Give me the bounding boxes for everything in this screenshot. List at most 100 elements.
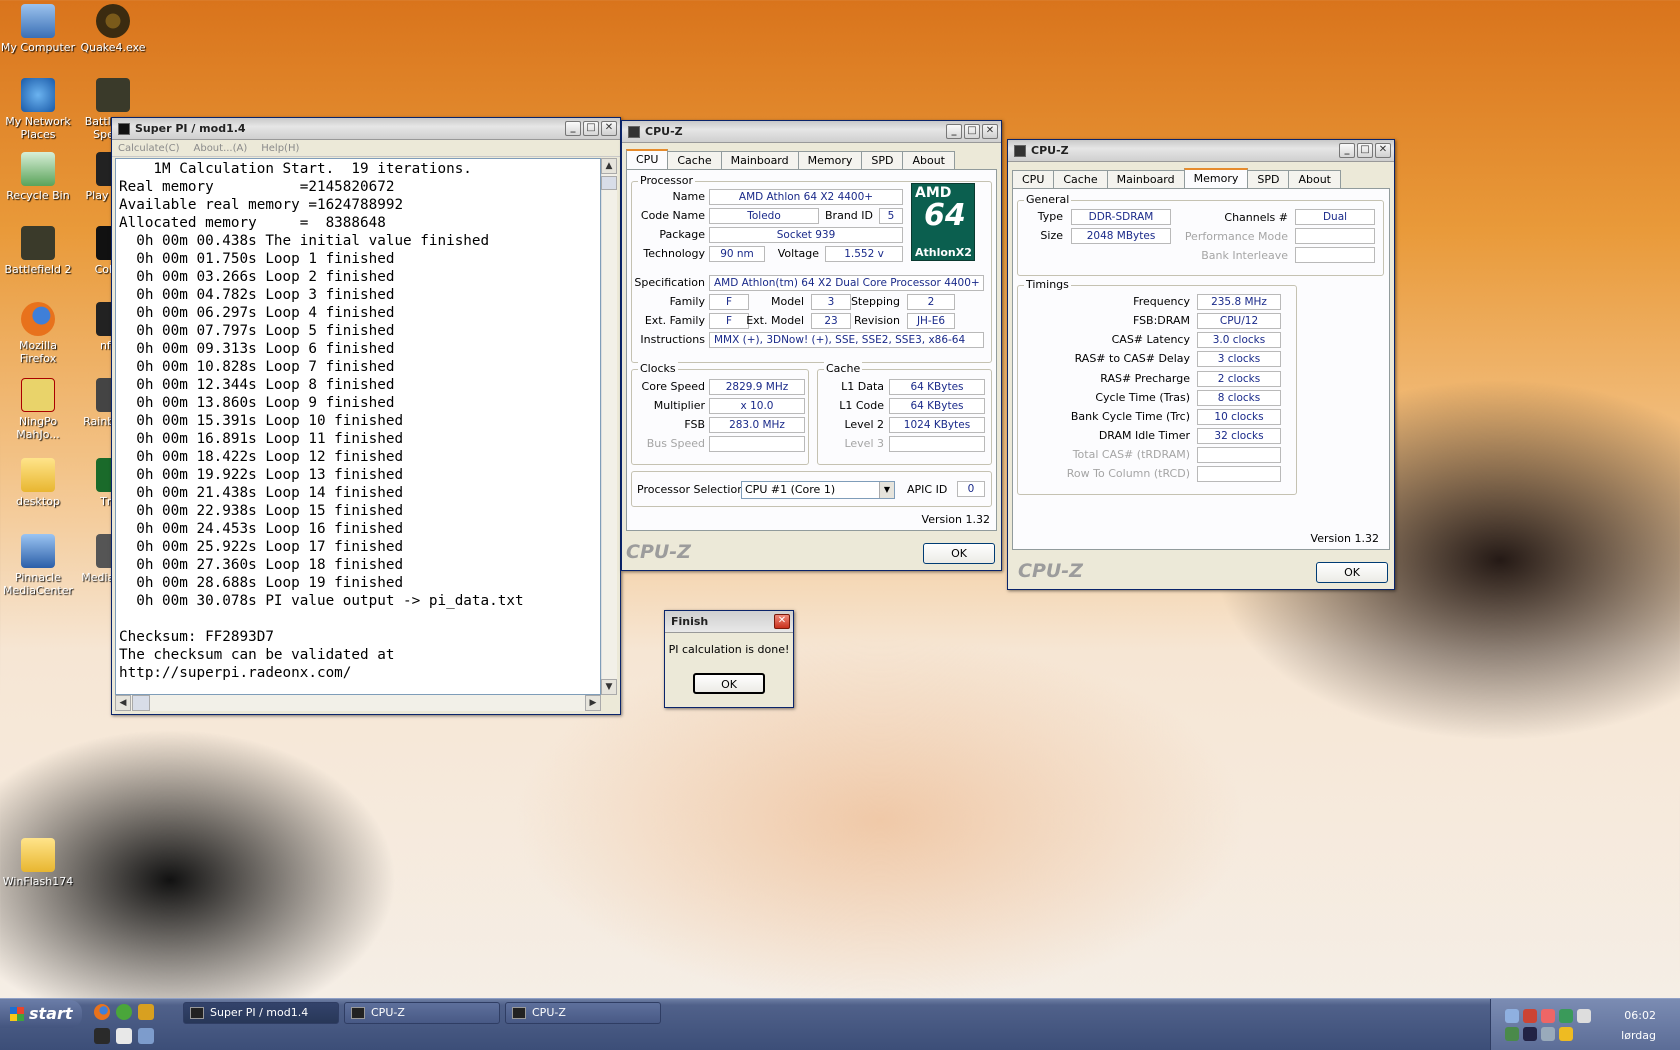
desktop-icon-my-computer[interactable]: My Computer [0, 4, 76, 54]
rp-value: 2 clocks [1197, 371, 1281, 387]
start-button[interactable]: start [0, 1000, 82, 1028]
close-button[interactable]: ✕ [1375, 143, 1391, 158]
vertical-scrollbar[interactable]: ▲ ▼ [601, 158, 617, 695]
maximize-button[interactable]: □ [1357, 143, 1373, 158]
windows-logo-icon [10, 1007, 24, 1021]
taskbar-item-cpuz-2[interactable]: CPU-Z [505, 1002, 661, 1024]
desktop-icon-quake4[interactable]: Quake4.exe [75, 4, 151, 54]
fsbdram-label: FSB:DRAM [1132, 314, 1190, 327]
cpuz-titlebar[interactable]: CPU-Z _ □ ✕ [622, 121, 1001, 143]
maximize-button[interactable]: □ [964, 124, 980, 139]
tab-cache[interactable]: Cache [667, 151, 722, 170]
console-line: 0h 00m 15.391s Loop 10 finished [119, 413, 404, 429]
quicklaunch-icon-5[interactable] [116, 1028, 132, 1044]
voltage-value: 1.552 v [825, 246, 903, 262]
tab-about[interactable]: About [902, 151, 955, 170]
cpuz-task-icon [512, 1007, 526, 1019]
scroll-right-button[interactable]: ▶ [585, 695, 601, 711]
console-line: 0h 00m 01.750s Loop 1 finished [119, 251, 395, 267]
desktop-icon-pinnacle[interactable]: Pinnacle MediaCenter [0, 534, 76, 597]
hscroll-thumb[interactable] [132, 695, 150, 711]
name-value: AMD Athlon 64 X2 4400+ [709, 189, 903, 205]
close-button[interactable]: ✕ [601, 121, 617, 136]
scroll-thumb[interactable] [601, 176, 617, 190]
brandid-value: 5 [879, 208, 903, 224]
console-line: Real memory =2145820672 [119, 179, 395, 195]
desktop-icon-firefox[interactable]: Mozilla Firefox [0, 302, 76, 365]
procsel-label: Processor Selection [637, 483, 745, 496]
desktop-icon-recycle-bin[interactable]: Recycle Bin [0, 152, 76, 202]
close-button[interactable]: ✕ [774, 614, 790, 629]
cpuz-tabs: CPU Cache Mainboard Memory SPD About [626, 149, 955, 170]
tab-about[interactable]: About [1288, 170, 1341, 189]
taskbar-item-cpuz-1[interactable]: CPU-Z [344, 1002, 500, 1024]
cpuz-tabs: CPU Cache Mainboard Memory SPD About [1012, 168, 1341, 189]
tray-icon-6[interactable] [1505, 1027, 1519, 1041]
size-label: Size [1040, 229, 1063, 242]
image-quicklaunch-icon[interactable] [138, 1004, 154, 1020]
minimize-button[interactable]: _ [946, 124, 962, 139]
maximize-button[interactable]: □ [583, 121, 599, 136]
network-tray-icon[interactable] [1505, 1009, 1519, 1023]
horizontal-scrollbar[interactable]: ◀ ▶ [115, 695, 601, 711]
scroll-up-button[interactable]: ▲ [601, 158, 617, 174]
desktop-icon-ningpo[interactable]: NingPo MahJo... [0, 378, 76, 441]
tray-icon-9[interactable] [1559, 1027, 1573, 1041]
tab-cache[interactable]: Cache [1053, 170, 1108, 189]
utorrent-quicklaunch-icon[interactable] [116, 1004, 132, 1020]
console-line: 0h 00m 00.438s The initial value finishe… [119, 233, 490, 249]
quicklaunch-icon-6[interactable] [138, 1028, 154, 1044]
tab-spd[interactable]: SPD [1247, 170, 1290, 189]
tab-memory[interactable]: Memory [1183, 168, 1249, 189]
minimize-button[interactable]: _ [1339, 143, 1355, 158]
taskbar-item-superpi[interactable]: Super PI / mod1.4 [183, 1002, 339, 1024]
tab-cpu[interactable]: CPU [626, 149, 669, 170]
minimize-button[interactable]: _ [565, 121, 581, 136]
corespeed-value: 2829.9 MHz [709, 379, 805, 395]
superpi-titlebar[interactable]: Super PI / mod1.4 _ □ ✕ [112, 118, 620, 140]
menu-calculate[interactable]: Calculate(C) [118, 143, 180, 154]
scroll-down-button[interactable]: ▼ [601, 679, 617, 695]
ok-button[interactable]: OK [923, 543, 995, 564]
clock-time[interactable]: 06:02 [1624, 1009, 1656, 1022]
totalcas-value [1197, 447, 1281, 463]
console-line: 0h 00m 13.860s Loop 9 finished [119, 395, 395, 411]
apicid-label: APIC ID [907, 483, 948, 496]
tray-icon-3[interactable] [1541, 1009, 1555, 1023]
finish-titlebar[interactable]: Finish ✕ [665, 611, 793, 633]
console-line: 0h 00m 30.078s PI value output -> pi_dat… [119, 593, 524, 609]
desktop-icon-winflash[interactable]: WinFlash174 [0, 838, 76, 888]
console-line: 0h 00m 07.797s Loop 5 finished [119, 323, 395, 339]
desktop-icon-battlefield2[interactable]: Battlefield 2 [0, 226, 76, 276]
ok-button[interactable]: OK [1316, 562, 1388, 583]
desktop-icon-network-places[interactable]: My Network Places [0, 78, 76, 141]
clock-day: lørdag [1621, 1029, 1656, 1042]
tray-icon-2[interactable] [1523, 1009, 1537, 1023]
tab-mainboard[interactable]: Mainboard [720, 151, 799, 170]
tray-icon-7[interactable] [1523, 1027, 1537, 1041]
tray-icon-8[interactable] [1541, 1027, 1555, 1041]
close-button[interactable]: ✕ [982, 124, 998, 139]
tab-memory[interactable]: Memory [797, 151, 863, 170]
idle-label: DRAM Idle Timer [1098, 429, 1190, 442]
model-label: Model [770, 295, 804, 308]
tray-icon-4[interactable] [1559, 1009, 1573, 1023]
volume-tray-icon[interactable] [1577, 1009, 1591, 1023]
l1code-label: L1 Code [839, 399, 884, 412]
cpuz-titlebar[interactable]: CPU-Z _ □ ✕ [1008, 140, 1394, 162]
finish-ok-button[interactable]: OK [693, 673, 765, 694]
desktop-icon-desktop-folder[interactable]: desktop [0, 458, 76, 508]
memory-panel: General Type DDR-SDRAM Size 2048 MBytes … [1012, 188, 1390, 550]
quicklaunch-icon-4[interactable] [94, 1028, 110, 1044]
menu-about[interactable]: About...(A) [194, 143, 248, 154]
scroll-left-button[interactable]: ◀ [115, 695, 131, 711]
firefox-quicklaunch-icon[interactable] [94, 1004, 110, 1020]
chevron-down-icon[interactable]: ▼ [879, 482, 894, 498]
processor-selection-dropdown[interactable]: CPU #1 (Core 1) ▼ [741, 481, 895, 499]
cpuz-memory-window: CPU-Z _ □ ✕ CPU Cache Mainboard Memory S… [1007, 139, 1395, 590]
cpu-panel: Processor Name AMD Athlon 64 X2 4400+ Co… [626, 169, 997, 531]
menu-help[interactable]: Help(H) [261, 143, 299, 154]
tab-mainboard[interactable]: Mainboard [1106, 170, 1185, 189]
tab-cpu[interactable]: CPU [1012, 170, 1055, 189]
tab-spd[interactable]: SPD [861, 151, 904, 170]
